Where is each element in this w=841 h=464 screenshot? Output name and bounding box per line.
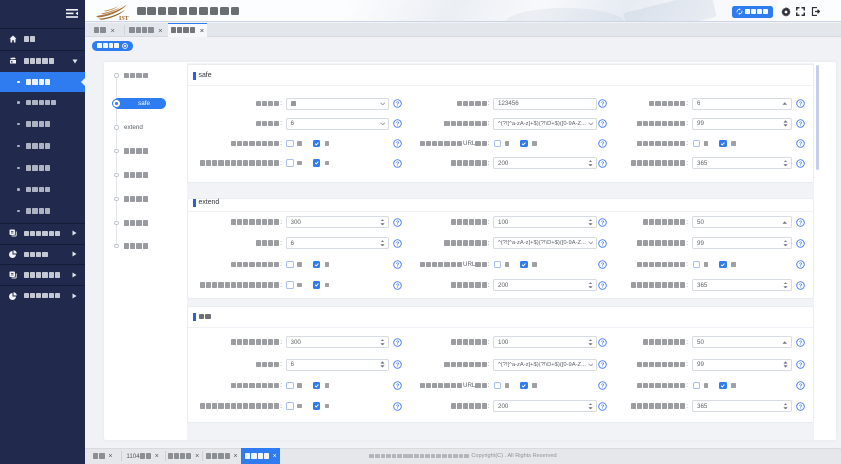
svg-text:IST: IST bbox=[119, 16, 129, 21]
